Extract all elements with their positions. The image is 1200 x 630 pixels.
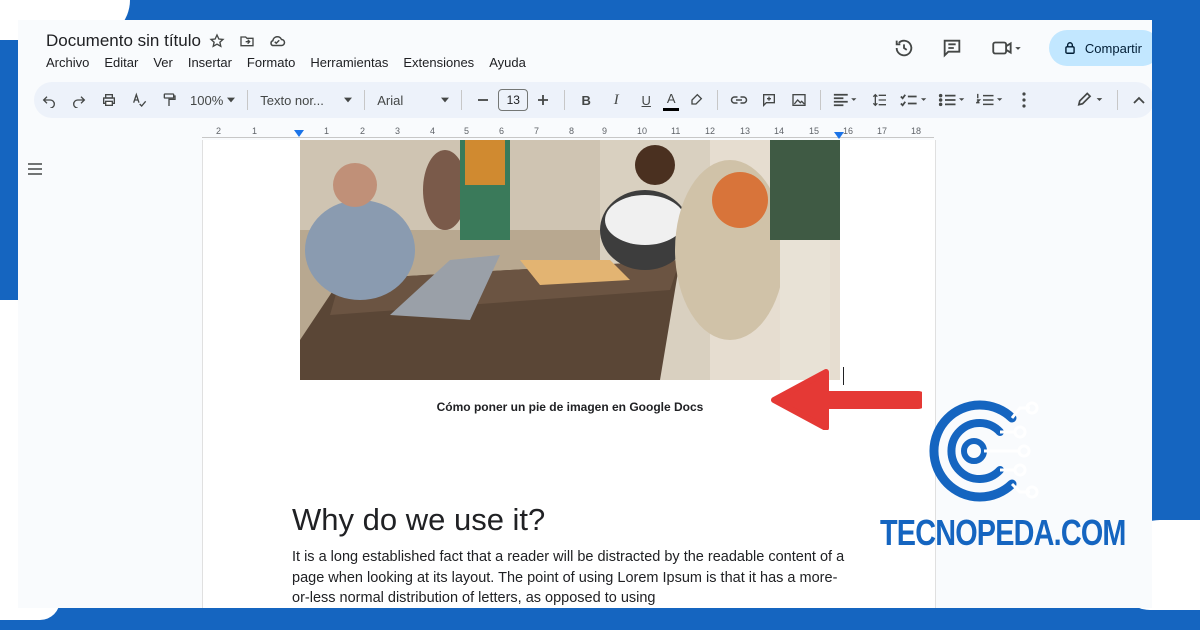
ruler-baseline (202, 137, 934, 138)
formatting-toolbar: 100% Texto nor... Arial 13 B I U A (34, 82, 1152, 118)
ruler-number: 2 (360, 126, 366, 136)
menu-editar[interactable]: Editar (104, 55, 138, 70)
decrease-font-size-icon[interactable] (470, 87, 496, 113)
tecnopeda-wordmark: TECNOPEDA.COM (880, 512, 1126, 553)
ruler-number: 12 (705, 126, 716, 136)
title-bar: Documento sin título Archivo Editar Ver … (18, 20, 1152, 82)
toolbar-divider (717, 90, 719, 110)
paragraph-style-value: Texto nor... (260, 92, 324, 108)
ruler-number: 1 (324, 126, 330, 136)
font-size-input[interactable]: 13 (498, 89, 529, 111)
increase-font-size-icon[interactable] (530, 87, 556, 113)
left-indent-marker[interactable] (294, 130, 304, 137)
italic-button[interactable]: I (603, 87, 629, 113)
numbered-list-icon[interactable] (973, 87, 1007, 113)
ruler-number: 10 (637, 126, 648, 136)
paragraph-style-select[interactable]: Texto nor... (254, 87, 358, 113)
align-icon[interactable] (829, 87, 863, 113)
body-paragraph[interactable]: It is a long established fact that a rea… (292, 547, 852, 608)
menu-ver[interactable]: Ver (153, 55, 173, 70)
section-heading[interactable]: Why do we use it? (292, 502, 545, 538)
chevron-down-icon (441, 97, 450, 103)
paint-format-icon[interactable] (156, 87, 182, 113)
document-title[interactable]: Documento sin título (46, 31, 201, 51)
red-arrow-annotation (770, 368, 927, 435)
more-options-icon[interactable] (1011, 87, 1037, 113)
ruler-number: 8 (569, 126, 575, 136)
ruler-number: 7 (534, 126, 540, 136)
image-caption[interactable]: Cómo poner un pie de imagen en Google Do… (300, 400, 840, 414)
add-comment-icon[interactable] (756, 87, 782, 113)
menu-extensiones[interactable]: Extensiones (403, 55, 474, 70)
ruler-number: 5 (464, 126, 470, 136)
bold-button[interactable]: B (573, 87, 599, 113)
checklist-icon[interactable] (897, 87, 931, 113)
ruler-number: 4 (430, 126, 436, 136)
underline-button[interactable]: U (633, 87, 659, 113)
share-label: Compartir (1084, 40, 1142, 56)
spellcheck-icon[interactable] (126, 87, 152, 113)
zoom-select[interactable]: 100% (184, 87, 241, 113)
menu-ayuda[interactable]: Ayuda (489, 55, 526, 70)
outline-menu-icon[interactable] (28, 162, 42, 180)
toolbar-divider (820, 90, 822, 110)
tecnopeda-logo-mark (920, 388, 1040, 513)
text-color-button[interactable]: A (663, 90, 680, 111)
font-select[interactable]: Arial (371, 87, 455, 113)
ruler-number: 6 (499, 126, 505, 136)
cloud-status-icon[interactable] (268, 32, 286, 50)
chevron-down-icon (344, 97, 353, 103)
collapse-toolbar-icon[interactable] (1126, 87, 1152, 113)
menu-archivo[interactable]: Archivo (46, 55, 89, 70)
insert-image-icon[interactable] (786, 87, 812, 113)
ruler-number: 2 (216, 126, 222, 136)
menu-formato[interactable]: Formato (247, 55, 295, 70)
toolbar-divider (564, 90, 566, 110)
chevron-down-icon (227, 97, 236, 103)
line-spacing-icon[interactable] (867, 87, 893, 113)
comments-icon[interactable] (939, 35, 965, 61)
ruler-number: 14 (774, 126, 785, 136)
inserted-image[interactable] (300, 140, 840, 380)
move-folder-icon[interactable] (238, 32, 256, 50)
link-icon[interactable] (726, 87, 752, 113)
history-icon[interactable] (891, 35, 917, 61)
ruler-number: 15 (809, 126, 820, 136)
redo-icon[interactable] (66, 87, 92, 113)
lock-icon (1065, 42, 1075, 54)
toolbar-divider (247, 90, 249, 110)
right-indent-marker[interactable] (834, 132, 844, 139)
title-icons (208, 32, 286, 50)
editing-mode-icon[interactable] (1073, 87, 1109, 113)
ruler-number: 13 (740, 126, 751, 136)
people-at-table-photo (300, 140, 840, 380)
font-value: Arial (377, 92, 404, 108)
bulleted-list-icon[interactable] (935, 87, 969, 113)
toolbar-divider (461, 90, 463, 110)
menu-herramientas[interactable]: Herramientas (310, 55, 388, 70)
meet-video-icon[interactable] (987, 35, 1027, 61)
star-icon[interactable] (208, 32, 226, 50)
highlight-icon[interactable] (683, 87, 709, 113)
ruler-number: 9 (602, 126, 608, 136)
zoom-value: 100% (190, 92, 224, 108)
share-button[interactable]: Compartir (1048, 30, 1152, 66)
menu-insertar[interactable]: Insertar (188, 55, 232, 70)
horizontal-ruler[interactable]: 2 1 1 2 3 4 5 6 7 8 9 10 11 12 13 14 15 … (202, 126, 934, 140)
undo-icon[interactable] (36, 87, 62, 113)
menu-bar: Archivo Editar Ver Insertar Formato Herr… (46, 55, 526, 70)
ruler-number: 16 (843, 126, 854, 136)
toolbar-divider (364, 90, 366, 110)
ruler-number: 3 (395, 126, 401, 136)
ruler-number: 17 (877, 126, 888, 136)
ruler-number: 18 (911, 126, 922, 136)
ruler-number: 11 (671, 126, 681, 136)
toolbar-divider (1117, 90, 1118, 110)
header-right-tools: Compartir (891, 30, 1152, 66)
ruler-number: 1 (252, 126, 258, 136)
print-icon[interactable] (96, 87, 122, 113)
